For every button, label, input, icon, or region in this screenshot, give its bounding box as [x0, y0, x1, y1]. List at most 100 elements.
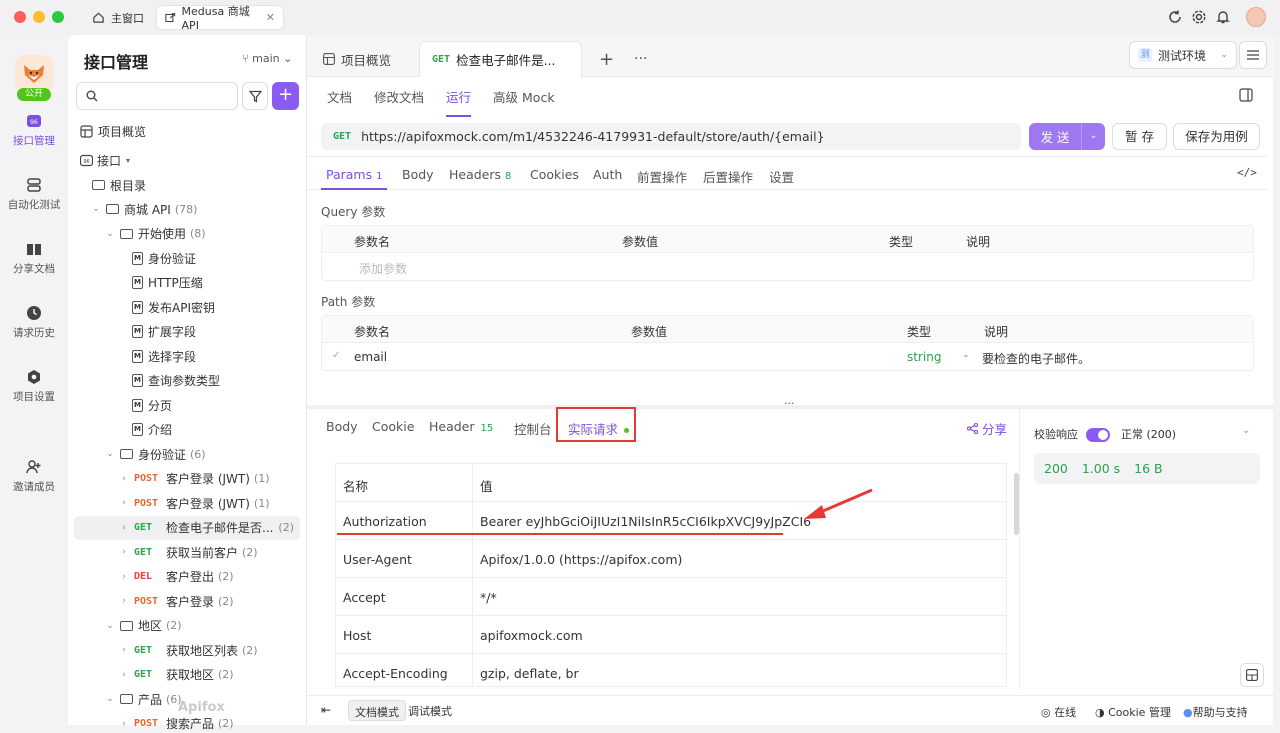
tab-params[interactable]: Params 1: [326, 167, 383, 182]
user-avatar[interactable]: [1246, 7, 1266, 27]
rail-item-share-docs[interactable]: 分享文档: [0, 241, 68, 276]
debug-mode-button[interactable]: 调试模式: [402, 700, 458, 721]
subtab-mock[interactable]: 高级 Mock: [493, 87, 555, 117]
tree-item-overview[interactable]: 项目概览: [68, 119, 306, 143]
chevron-down-icon[interactable]: ⌄: [104, 449, 116, 459]
chevron-down-icon[interactable]: ⌄: [1081, 123, 1105, 150]
tree-doc[interactable]: M 扩展字段: [68, 320, 306, 344]
tree-folder[interactable]: ⌄ 地区 (2): [68, 614, 306, 638]
tree-doc[interactable]: M 介绍: [68, 418, 306, 442]
tree-endpoint[interactable]: › GET 获取地区 (2): [68, 663, 306, 687]
tree-endpoint[interactable]: › DEL 客户登出 (2): [68, 565, 306, 589]
subtab-run[interactable]: 运行: [446, 87, 472, 117]
add-param-placeholder[interactable]: 添加参数: [359, 260, 407, 277]
check-icon[interactable]: ✓: [332, 350, 340, 361]
tree-item-root[interactable]: 根目录: [68, 173, 306, 197]
chevron-down-icon[interactable]: ⌄: [104, 229, 116, 239]
rail-item-settings[interactable]: 项目设置: [0, 369, 68, 404]
filter-button[interactable]: [242, 82, 268, 110]
help-button[interactable]: ●帮助与支持: [1183, 704, 1248, 720]
close-tab-icon[interactable]: ✕: [266, 11, 275, 24]
tree-doc[interactable]: M 发布API密钥: [68, 295, 306, 319]
cookie-manager-button[interactable]: ◑ Cookie 管理: [1095, 704, 1171, 720]
tab-cookies[interactable]: Cookies: [530, 167, 579, 182]
save-as-case-button[interactable]: 保存为用例: [1173, 123, 1260, 150]
chevron-right-icon[interactable]: ›: [118, 523, 130, 533]
code-icon[interactable]: </>: [1237, 166, 1257, 179]
rail-item-api[interactable]: 96 接口管理: [0, 113, 68, 148]
chevron-down-icon[interactable]: ⌄: [90, 204, 102, 214]
tab-body[interactable]: Body: [402, 167, 434, 182]
menu-button[interactable]: [1239, 41, 1267, 69]
chevron-down-icon[interactable]: ⌄: [104, 621, 116, 631]
environment-selector[interactable]: 测 测试环境 ⌄: [1129, 41, 1237, 69]
minimize-window-button[interactable]: [33, 11, 45, 23]
send-button[interactable]: 发 送 ⌄: [1029, 123, 1105, 150]
tree-doc[interactable]: M 选择字段: [68, 344, 306, 368]
chevron-right-icon[interactable]: ›: [118, 474, 130, 484]
tab-project-overview[interactable]: 项目概览: [311, 41, 403, 77]
subtab-doc[interactable]: 文档: [327, 87, 352, 117]
rail-item-invite[interactable]: 邀请成员: [0, 459, 68, 494]
tab-headers[interactable]: Headers 8: [449, 167, 511, 182]
tree-folder[interactable]: ⌄ 身份验证 (6): [68, 442, 306, 466]
add-param-row[interactable]: 添加参数: [322, 253, 1253, 280]
tab-auth[interactable]: Auth: [593, 167, 622, 182]
tree-doc[interactable]: M 分页: [68, 393, 306, 417]
tree-doc[interactable]: M HTTP压缩: [68, 271, 306, 295]
close-window-button[interactable]: [14, 11, 26, 23]
tab-response-header[interactable]: Header 15: [429, 419, 493, 434]
tab-current-endpoint[interactable]: GET 检查电子邮件是...: [419, 41, 582, 77]
chevron-down-icon[interactable]: ⌄: [1242, 425, 1250, 436]
tree-doc[interactable]: M 身份验证: [68, 246, 306, 270]
share-button[interactable]: 分享: [966, 419, 1007, 438]
collapse-sidebar-icon[interactable]: ⇤: [321, 703, 331, 717]
rail-item-automation[interactable]: 自动化测试: [0, 177, 68, 212]
save-draft-button[interactable]: 暂 存: [1112, 123, 1167, 150]
chevron-right-icon[interactable]: ›: [118, 498, 130, 508]
online-status[interactable]: ◎ 在线: [1041, 704, 1076, 720]
branch-selector[interactable]: ⑂ main ⌄: [242, 52, 292, 65]
url-input[interactable]: GET https://apifoxmock.com/m1/4532246-41…: [321, 123, 1021, 150]
tree-endpoint[interactable]: › GET 获取地区列表 (2): [68, 638, 306, 662]
tab-response-body[interactable]: Body: [326, 419, 358, 434]
tree-endpoint[interactable]: › POST 客户登录 (2): [68, 589, 306, 613]
param-type[interactable]: string: [907, 350, 941, 364]
sidebar-toggle-icon[interactable]: [1239, 88, 1253, 102]
refresh-icon[interactable]: [1167, 9, 1183, 25]
tree-doc[interactable]: M 查询参数类型: [68, 369, 306, 393]
chevron-right-icon[interactable]: ›: [118, 670, 130, 680]
tree-endpoint[interactable]: › GET 获取当前客户 (2): [68, 540, 306, 564]
tree-item-api-group[interactable]: 96 接口 ▾: [68, 148, 306, 172]
chevron-right-icon[interactable]: ›: [118, 547, 130, 557]
chevron-right-icon[interactable]: ›: [118, 596, 130, 606]
tab-post-ops[interactable]: 后置操作: [703, 167, 753, 186]
tab-console[interactable]: 控制台: [514, 419, 552, 438]
layout-toggle-button[interactable]: [1240, 663, 1264, 687]
add-button[interactable]: +: [272, 82, 299, 110]
more-tabs-button[interactable]: ···: [622, 41, 659, 77]
validate-toggle[interactable]: [1085, 428, 1110, 442]
bell-icon[interactable]: [1215, 9, 1231, 25]
window-tab-project[interactable]: Medusa 商城 API ✕: [156, 5, 284, 32]
validate-status[interactable]: 正常 (200): [1121, 428, 1176, 441]
tree-endpoint[interactable]: › GET 检查电子邮件是否... (2): [74, 515, 300, 540]
subtab-edit[interactable]: 修改文档: [374, 87, 424, 117]
tree-endpoint[interactable]: › POST 客户登录 (JWT) (1): [68, 467, 306, 491]
chevron-right-icon[interactable]: ›: [118, 645, 130, 655]
search-input[interactable]: [76, 82, 238, 110]
chevron-right-icon[interactable]: ›: [118, 572, 130, 582]
chevron-right-icon[interactable]: ›: [118, 719, 130, 729]
tab-pre-ops[interactable]: 前置操作: [637, 167, 687, 186]
doc-mode-button[interactable]: 文档模式: [348, 700, 406, 721]
window-tab-home[interactable]: 主窗口: [84, 5, 152, 30]
tree-folder[interactable]: ⌄ 商城 API (78): [68, 197, 306, 221]
chevron-down-icon[interactable]: ⌄: [104, 694, 116, 704]
gear-icon[interactable]: [1191, 9, 1207, 25]
tab-settings[interactable]: 设置: [769, 167, 794, 186]
tree-folder[interactable]: ⌄ 开始使用 (8): [68, 222, 306, 246]
add-tab-button[interactable]: +: [587, 41, 626, 77]
rail-item-history[interactable]: 请求历史: [0, 305, 68, 340]
chevron-down-icon[interactable]: ⌄: [962, 350, 970, 360]
maximize-window-button[interactable]: [52, 11, 64, 23]
